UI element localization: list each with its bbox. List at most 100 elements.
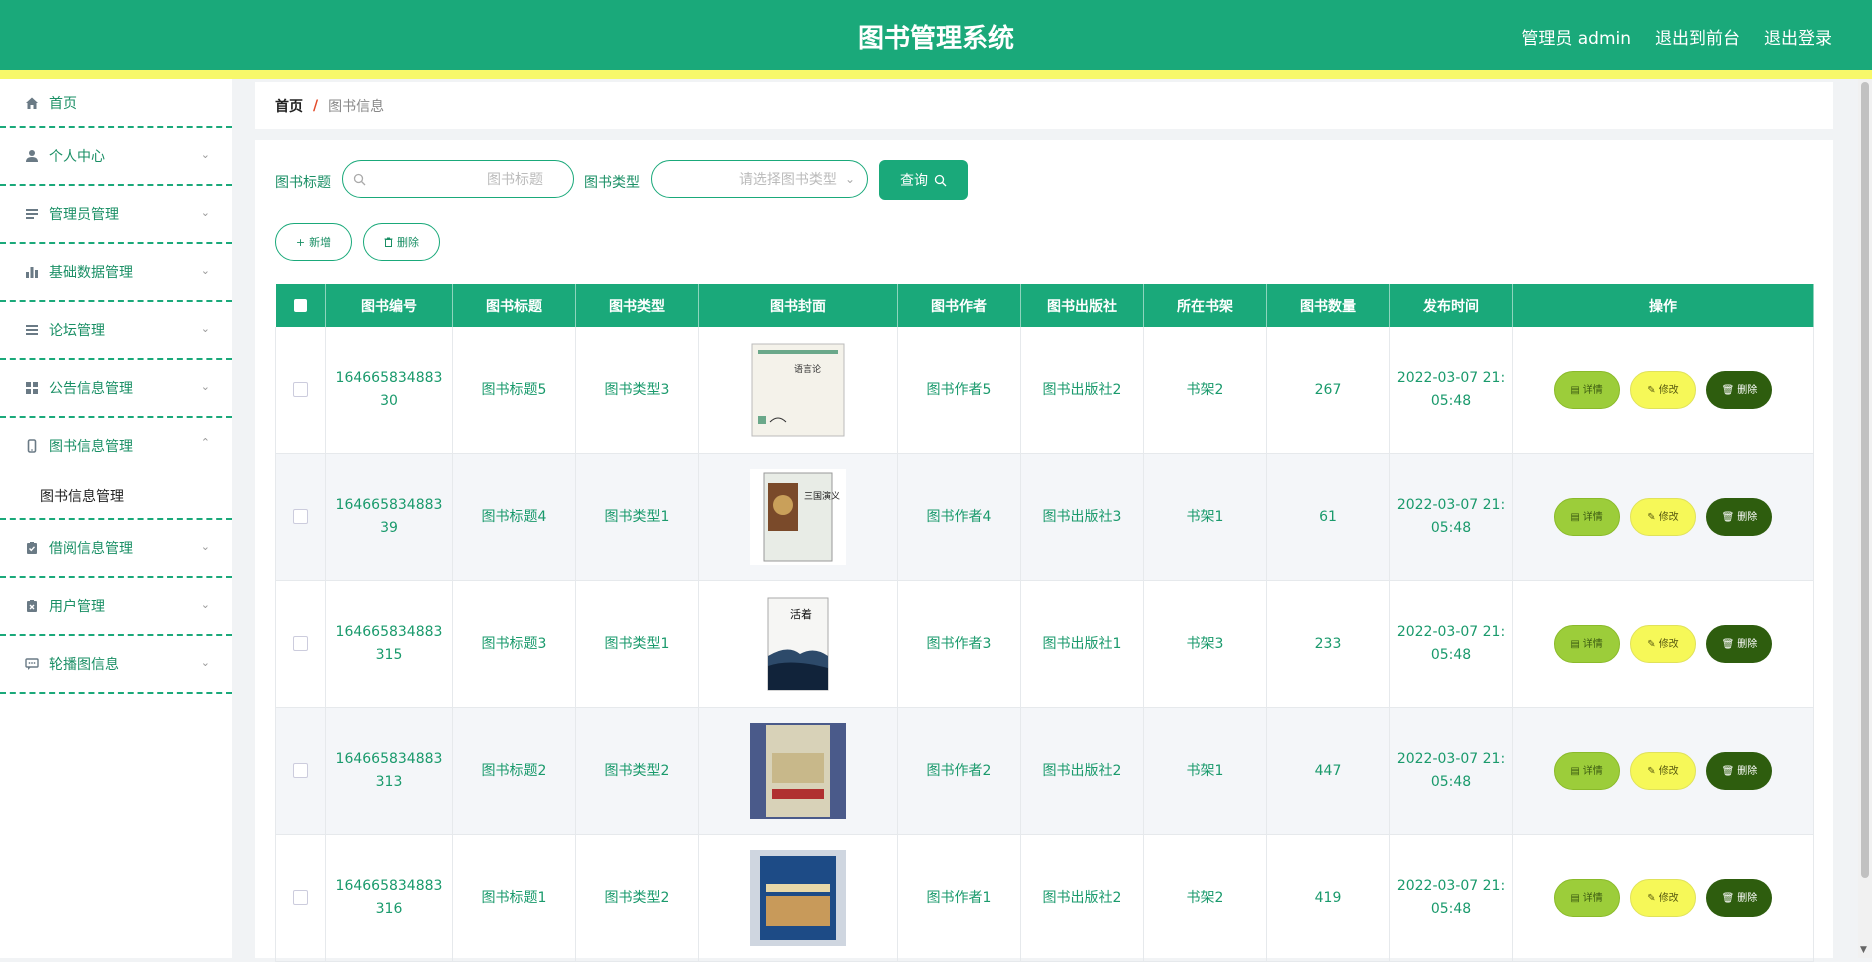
edit-button[interactable]: ✎ 修改 <box>1630 498 1696 536</box>
publish-time-cell: 2022-03-07 21: 05:48 <box>1389 327 1513 454</box>
actions-cell: ▤ 详情 ✎ 修改 🗑 删除 <box>1512 453 1814 581</box>
delete-button[interactable]: 🗑 删除 <box>1706 625 1773 663</box>
breadcrumb-home[interactable]: 首页 <box>275 96 303 116</box>
row-checkbox[interactable] <box>293 890 308 905</box>
detail-button[interactable]: ▤ 详情 <box>1553 498 1620 536</box>
sidebar-item-book-info[interactable]: 图书信息管理 ⌃ <box>0 418 232 474</box>
page-scrollbar[interactable]: ▼ <box>1858 79 1872 958</box>
book-title-search-input[interactable]: 图书标题 <box>342 160 574 198</box>
sidebar-item-carousel[interactable]: 轮播图信息 ⌄ <box>0 636 232 694</box>
book-type-cell: 图书类型2 <box>575 834 699 962</box>
row-select-cell <box>275 580 326 708</box>
book-id-part: 164665834883 <box>335 624 443 640</box>
pencil-icon: ✎ <box>1647 638 1656 650</box>
book-type-cell: 图书类型2 <box>575 707 699 835</box>
table-row: 164665834883 315 图书标题3 图书类型1 活着 图书作者3 图书出… <box>275 580 1814 708</box>
row-checkbox[interactable] <box>293 636 308 651</box>
sidebar-item-basic-data[interactable]: 基础数据管理 ⌄ <box>0 244 232 302</box>
document-icon: ▤ <box>1570 892 1580 904</box>
table-body: 164665834883 30 图书标题5 图书类型3 语言论 图书作者5 图书出… <box>275 327 1814 962</box>
edit-button[interactable]: ✎ 修改 <box>1630 752 1696 790</box>
column-header: 图书标题 <box>452 284 576 327</box>
row-checkbox[interactable] <box>293 763 308 778</box>
sidebar-item-borrow-info[interactable]: 借阅信息管理 ⌄ <box>0 520 232 578</box>
table-header-row: 图书编号 图书标题 图书类型 图书封面 图书作者 图书出版社 所在书架 图书数量… <box>275 284 1814 327</box>
book-type-cell: 图书类型1 <box>575 453 699 581</box>
book-count-cell: 447 <box>1266 707 1390 835</box>
user-icon <box>24 148 40 164</box>
book-id-part: 316 <box>375 901 403 917</box>
book-cover-cell: 活着 <box>698 580 898 708</box>
submenu-book-info-management[interactable]: 图书信息管理 <box>0 474 232 520</box>
book-publisher-cell: 图书出版社2 <box>1020 834 1144 962</box>
actions-cell: ▤ 详情 ✎ 修改 🗑 删除 <box>1512 327 1814 454</box>
book-count-cell: 61 <box>1266 453 1390 581</box>
admin-user-link[interactable]: 管理员 admin <box>1521 24 1631 49</box>
sidebar-item-user-management[interactable]: 用户管理 ⌄ <box>0 578 232 636</box>
delete-button[interactable]: 🗑 删除 <box>1706 752 1773 790</box>
sidebar-item-forum[interactable]: 论坛管理 ⌄ <box>0 302 232 360</box>
scroll-down-arrow-icon[interactable]: ▼ <box>1860 945 1867 955</box>
book-id-part: 164665834883 <box>335 497 443 513</box>
edit-button[interactable]: ✎ 修改 <box>1630 371 1696 409</box>
publish-time-part: 2022-03-07 21: <box>1396 878 1506 894</box>
book-type-select[interactable]: 请选择图书类型 ⌄ <box>651 160 868 198</box>
book-publisher-cell: 图书出版社3 <box>1020 453 1144 581</box>
chevron-up-icon: ⌃ <box>200 436 210 449</box>
select-all-checkbox[interactable] <box>293 299 307 312</box>
publish-time-cell: 2022-03-07 21: 05:48 <box>1389 453 1513 581</box>
sidebar-item-label: 论坛管理 <box>49 323 105 339</box>
sidebar-item-announcements[interactable]: 公告信息管理 ⌄ <box>0 360 232 418</box>
publish-time-part: 2022-03-07 21: <box>1396 624 1506 640</box>
chevron-down-icon: ⌄ <box>200 598 210 611</box>
book-author-cell: 图书作者4 <box>897 453 1021 581</box>
add-button[interactable]: + 新增 <box>275 223 352 261</box>
sidebar-item-personal-center[interactable]: 个人中心 ⌄ <box>0 128 232 186</box>
phone-icon <box>24 438 40 454</box>
edit-button[interactable]: ✎ 修改 <box>1630 879 1696 917</box>
breadcrumb: 首页 / 图书信息 <box>255 82 1833 129</box>
book-id-cell: 164665834883 30 <box>325 327 453 454</box>
home-icon <box>24 95 40 111</box>
detail-button-label: 详情 <box>1582 638 1603 650</box>
delete-button[interactable]: 🗑 删除 <box>1706 879 1773 917</box>
book-type-label: 图书类型 <box>584 175 640 191</box>
book-id-cell: 164665834883 315 <box>325 580 453 708</box>
sidebar-item-home[interactable]: 首页 <box>0 79 232 128</box>
chevron-down-icon: ⌄ <box>200 264 210 277</box>
book-author-cell: 图书作者3 <box>897 580 1021 708</box>
delete-button[interactable]: 🗑 删除 <box>1706 498 1773 536</box>
breadcrumb-separator: / <box>313 97 319 114</box>
row-select-cell <box>275 707 326 835</box>
row-checkbox[interactable] <box>293 509 308 524</box>
logout-link[interactable]: 退出登录 <box>1764 24 1832 49</box>
book-title-cell: 图书标题3 <box>452 580 576 708</box>
book-table: 图书编号 图书标题 图书类型 图书封面 图书作者 图书出版社 所在书架 图书数量… <box>275 284 1814 962</box>
go-frontend-link[interactable]: 退出到前台 <box>1655 24 1740 49</box>
trash-icon: 🗑 <box>1721 511 1735 523</box>
row-checkbox[interactable] <box>293 382 308 397</box>
query-button[interactable]: 查询 <box>879 160 968 200</box>
book-author-cell: 图书作者5 <box>897 327 1021 454</box>
header-accent-stripe <box>0 70 1872 79</box>
book-id-cell: 164665834883 316 <box>325 834 453 962</box>
delete-button[interactable]: 🗑 删除 <box>1706 371 1773 409</box>
detail-button[interactable]: ▤ 详情 <box>1553 625 1620 663</box>
detail-button[interactable]: ▤ 详情 <box>1553 752 1620 790</box>
publish-time-part: 2022-03-07 21: <box>1396 751 1506 767</box>
sidebar-item-label: 首页 <box>49 95 77 112</box>
batch-delete-button[interactable]: 删除 <box>363 223 440 261</box>
clipboard-check-icon <box>24 540 40 556</box>
detail-button[interactable]: ▤ 详情 <box>1553 879 1620 917</box>
edit-button[interactable]: ✎ 修改 <box>1630 625 1696 663</box>
chevron-down-icon: ⌄ <box>200 380 210 393</box>
book-publisher-cell: 图书出版社2 <box>1020 707 1144 835</box>
publish-time-part: 05:48 <box>1430 647 1472 663</box>
detail-button-label: 详情 <box>1582 892 1603 904</box>
sidebar-item-admin-management[interactable]: 管理员管理 ⌄ <box>0 186 232 244</box>
scrollbar-thumb[interactable] <box>1861 82 1869 878</box>
detail-button[interactable]: ▤ 详情 <box>1553 371 1620 409</box>
query-button-label: 查询 <box>900 173 928 189</box>
sidebar-item-label: 基础数据管理 <box>49 265 133 281</box>
document-icon: ▤ <box>1570 638 1580 650</box>
